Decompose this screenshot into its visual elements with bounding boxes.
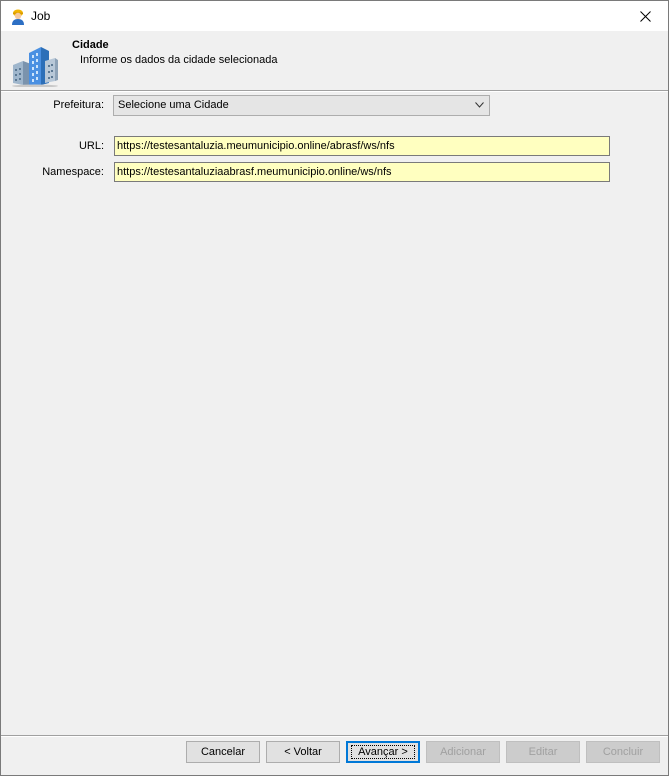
finish-button[interactable]: Concluir bbox=[586, 741, 660, 763]
job-dialog: Job Cidade Informe os dados da cidade se… bbox=[0, 0, 669, 776]
close-button[interactable] bbox=[622, 1, 668, 31]
back-button-label: < Voltar bbox=[284, 746, 322, 758]
finish-button-label: Concluir bbox=[602, 746, 644, 758]
header-divider-highlight bbox=[1, 91, 668, 92]
footer-divider-highlight bbox=[1, 736, 668, 737]
next-button-label: Avançar > bbox=[358, 746, 408, 758]
page-subtitle: Informe os dados da cidade selecionada bbox=[80, 54, 278, 66]
url-field[interactable]: https://testesantaluzia.meumunicipio.onl… bbox=[114, 136, 610, 156]
user-worker-icon bbox=[12, 9, 24, 25]
add-button[interactable]: Adicionar bbox=[426, 741, 500, 763]
add-button-label: Adicionar bbox=[440, 746, 486, 758]
url-label: URL: bbox=[78, 140, 104, 152]
buildings-icon bbox=[12, 47, 58, 87]
edit-button-label: Editar bbox=[528, 746, 558, 758]
edit-button[interactable]: Editar bbox=[506, 741, 580, 763]
next-button[interactable]: Avançar > bbox=[346, 741, 420, 763]
cancel-button-label: Cancelar bbox=[200, 746, 246, 758]
prefeitura-select[interactable]: Selecione uma Cidade bbox=[113, 95, 490, 116]
back-button[interactable]: < Voltar bbox=[266, 741, 340, 763]
close-icon bbox=[639, 10, 651, 22]
namespace-label: Namespace: bbox=[42, 166, 104, 178]
window-title: Job bbox=[31, 9, 51, 23]
namespace-field[interactable]: https://testesantaluziaabrasf.meumunicip… bbox=[114, 162, 610, 182]
chevron-down-icon bbox=[475, 102, 484, 108]
prefeitura-select-value: Selecione uma Cidade bbox=[118, 99, 229, 111]
cancel-button[interactable]: Cancelar bbox=[186, 741, 260, 763]
page-title: Cidade bbox=[72, 39, 109, 51]
prefeitura-label: Prefeitura: bbox=[53, 99, 104, 111]
title-bar[interactable]: Job bbox=[1, 1, 668, 31]
wizard-header: Cidade Informe os dados da cidade seleci… bbox=[1, 31, 668, 91]
